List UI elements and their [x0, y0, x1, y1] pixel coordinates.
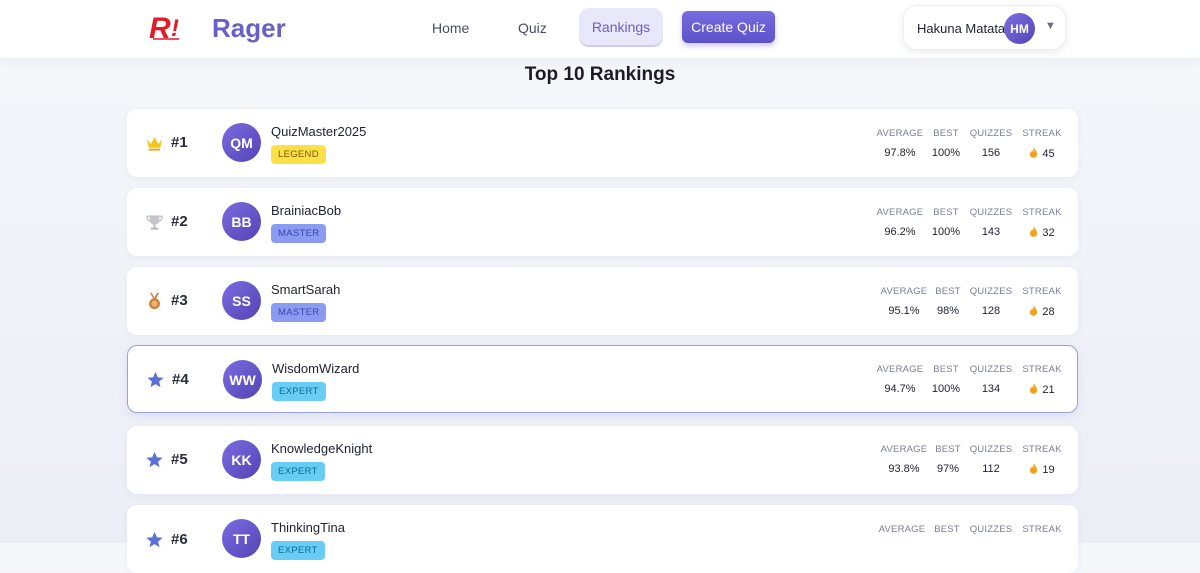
- rank-number: #3: [171, 292, 188, 309]
- ranking-row[interactable]: #4 WW WisdomWizard EXPERT AVERAGE 94.7% …: [127, 345, 1078, 413]
- nav-quiz-link[interactable]: Quiz: [518, 20, 547, 36]
- stat-average: AVERAGE 94.7%: [876, 364, 924, 395]
- app-name[interactable]: Rager: [212, 13, 286, 44]
- ranking-row[interactable]: #6 TT ThinkingTina EXPERT AVERAGE BEST Q…: [127, 505, 1078, 573]
- caret-down-icon[interactable]: ▼: [1045, 20, 1056, 32]
- avatar: WW: [223, 360, 262, 399]
- nav-rankings-link[interactable]: Rankings: [579, 8, 663, 45]
- level-badge: MASTER: [271, 224, 327, 243]
- stat-average: AVERAGE 97.8%: [876, 128, 924, 159]
- stat-best: BEST 100%: [931, 207, 961, 238]
- username[interactable]: BrainiacBob: [271, 203, 341, 218]
- level-badge: EXPERT: [271, 462, 325, 481]
- flame-icon: [1030, 463, 1038, 474]
- username[interactable]: SmartSarah: [271, 282, 340, 297]
- stat-average: AVERAGE 93.8%: [880, 444, 928, 475]
- avatar: KK: [222, 440, 261, 479]
- user-name: Hakuna Matata: [917, 21, 1006, 36]
- page-title: Top 10 Rankings: [524, 64, 676, 85]
- stat-quizzes: QUIZZES 128: [969, 286, 1013, 317]
- flame-icon: [1030, 305, 1038, 316]
- username[interactable]: KnowledgeKnight: [271, 441, 372, 456]
- svg-text:!: !: [171, 15, 179, 42]
- create-quiz-button[interactable]: Create Quiz: [682, 11, 775, 43]
- avatar: BB: [222, 202, 261, 241]
- stat-best: BEST 97%: [935, 444, 961, 475]
- username[interactable]: QuizMaster2025: [271, 124, 366, 139]
- medal-icon: [149, 292, 160, 310]
- username[interactable]: ThinkingTina: [271, 520, 345, 535]
- ranking-row[interactable]: #1 QM QuizMaster2025 LEGEND AVERAGE 97.8…: [127, 109, 1078, 177]
- flame-icon: [1030, 383, 1038, 394]
- stat-average: AVERAGE 96.2%: [876, 207, 924, 238]
- ranking-row[interactable]: #5 KK KnowledgeKnight EXPERT AVERAGE 93.…: [127, 426, 1078, 494]
- stat-average: AVERAGE: [878, 524, 926, 535]
- avatar: TT: [222, 519, 261, 558]
- user-menu[interactable]: Hakuna Matata HM ▼: [903, 5, 1066, 50]
- star-icon: [147, 371, 164, 388]
- nav-home-link[interactable]: Home: [432, 20, 469, 36]
- username[interactable]: WisdomWizard: [272, 361, 359, 376]
- star-icon: [146, 451, 163, 468]
- stat-streak: STREAK: [1022, 524, 1062, 535]
- stat-streak: STREAK 32: [1022, 207, 1062, 239]
- stat-best: BEST 100%: [931, 364, 961, 395]
- level-badge: EXPERT: [271, 541, 325, 560]
- stat-streak: STREAK 19: [1022, 444, 1062, 476]
- stat-quizzes: QUIZZES 112: [969, 444, 1013, 475]
- trophy-icon: [146, 215, 163, 230]
- rank-number: #4: [172, 371, 189, 388]
- level-badge: LEGEND: [271, 145, 326, 164]
- stat-streak: STREAK 21: [1022, 364, 1062, 396]
- star-icon: [146, 531, 163, 548]
- stat-streak: STREAK 28: [1022, 286, 1062, 318]
- rager-logo-icon[interactable]: R !: [149, 12, 189, 42]
- flame-icon: [1030, 147, 1038, 158]
- avatar: QM: [222, 123, 261, 162]
- top-navbar: R ! Rager Home Quiz Rankings Create Quiz…: [0, 0, 1200, 59]
- stat-best: BEST: [934, 524, 960, 535]
- user-avatar: HM: [1004, 13, 1035, 44]
- stat-quizzes: QUIZZES: [969, 524, 1013, 535]
- stat-best: BEST 100%: [931, 128, 961, 159]
- ranking-row[interactable]: #3 SS SmartSarah MASTER AVERAGE 95.1% BE…: [127, 267, 1078, 335]
- crown-icon: [146, 137, 163, 151]
- stat-quizzes: QUIZZES 143: [969, 207, 1013, 238]
- stat-best: BEST 98%: [935, 286, 961, 317]
- stat-streak: STREAK 45: [1022, 128, 1062, 160]
- svg-text:R: R: [149, 12, 171, 42]
- stat-quizzes: QUIZZES 134: [969, 364, 1013, 395]
- rank-number: #2: [171, 213, 188, 230]
- rank-number: #5: [171, 451, 188, 468]
- flame-icon: [1030, 226, 1038, 237]
- stat-quizzes: QUIZZES 156: [969, 128, 1013, 159]
- rank-number: #6: [171, 531, 188, 548]
- stat-average: AVERAGE 95.1%: [880, 286, 928, 317]
- level-badge: EXPERT: [272, 382, 326, 401]
- rank-number: #1: [171, 134, 188, 151]
- level-badge: MASTER: [271, 303, 327, 322]
- ranking-row[interactable]: #2 BB BrainiacBob MASTER AVERAGE 96.2% B…: [127, 188, 1078, 256]
- avatar: SS: [222, 281, 261, 320]
